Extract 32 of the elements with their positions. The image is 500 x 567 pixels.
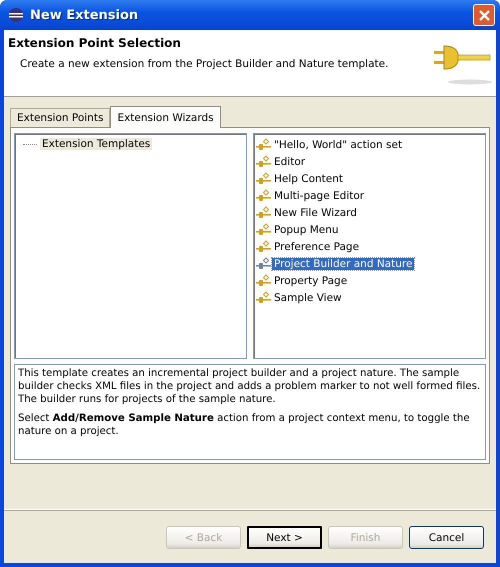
close-icon [478,8,490,22]
template-item[interactable]: New File Wizard [272,206,359,218]
plug-icon [256,188,272,202]
close-button[interactable] [473,4,495,26]
template-item[interactable]: Property Page [272,274,350,286]
template-item[interactable]: Multi-page Editor [272,190,366,202]
description-text: Select Add/Remove Sample Nature action from a project context menu, to toggle the nature on a project. [18,412,471,438]
plug-icon [256,206,272,220]
plug-icon [256,222,272,236]
template-item[interactable]: Help Content [272,172,346,184]
template-item[interactable]: Preference Page [272,240,362,252]
plug-icon [256,274,272,288]
plug-icon [256,256,272,270]
template-item[interactable]: Editor [272,156,308,168]
plug-icon [256,154,272,168]
tree-item[interactable]: Extension Templates [40,138,152,150]
plug-icon [256,240,272,254]
template-item[interactable]: "Hello, World" action set [272,138,404,150]
window-title: New Extension [30,8,140,22]
plug-icon [256,290,272,304]
plug-icon [256,172,272,186]
template-item[interactable]: Project Builder and Nature [272,258,414,270]
template-item[interactable]: Popup Menu [272,224,341,236]
dialog-button[interactable]: Next > [247,526,322,549]
description-text: This template creates an incremental project builder and a project nature. The sample builder checks XML files in the project and adds a problem marker to not well formed files. The builder runs for projects of the sample nature. [18,367,482,406]
tab[interactable]: Extension Points [10,108,110,127]
plug-icon [256,138,272,152]
page-title: Extension Point Selection [8,36,182,50]
dialog-button[interactable]: Cancel [409,526,484,549]
page-description: Create a new extension from the Project Builder and Nature template. [20,58,390,70]
template-item[interactable]: Sample View [272,292,344,304]
tab[interactable]: Extension Wizards [110,106,221,128]
